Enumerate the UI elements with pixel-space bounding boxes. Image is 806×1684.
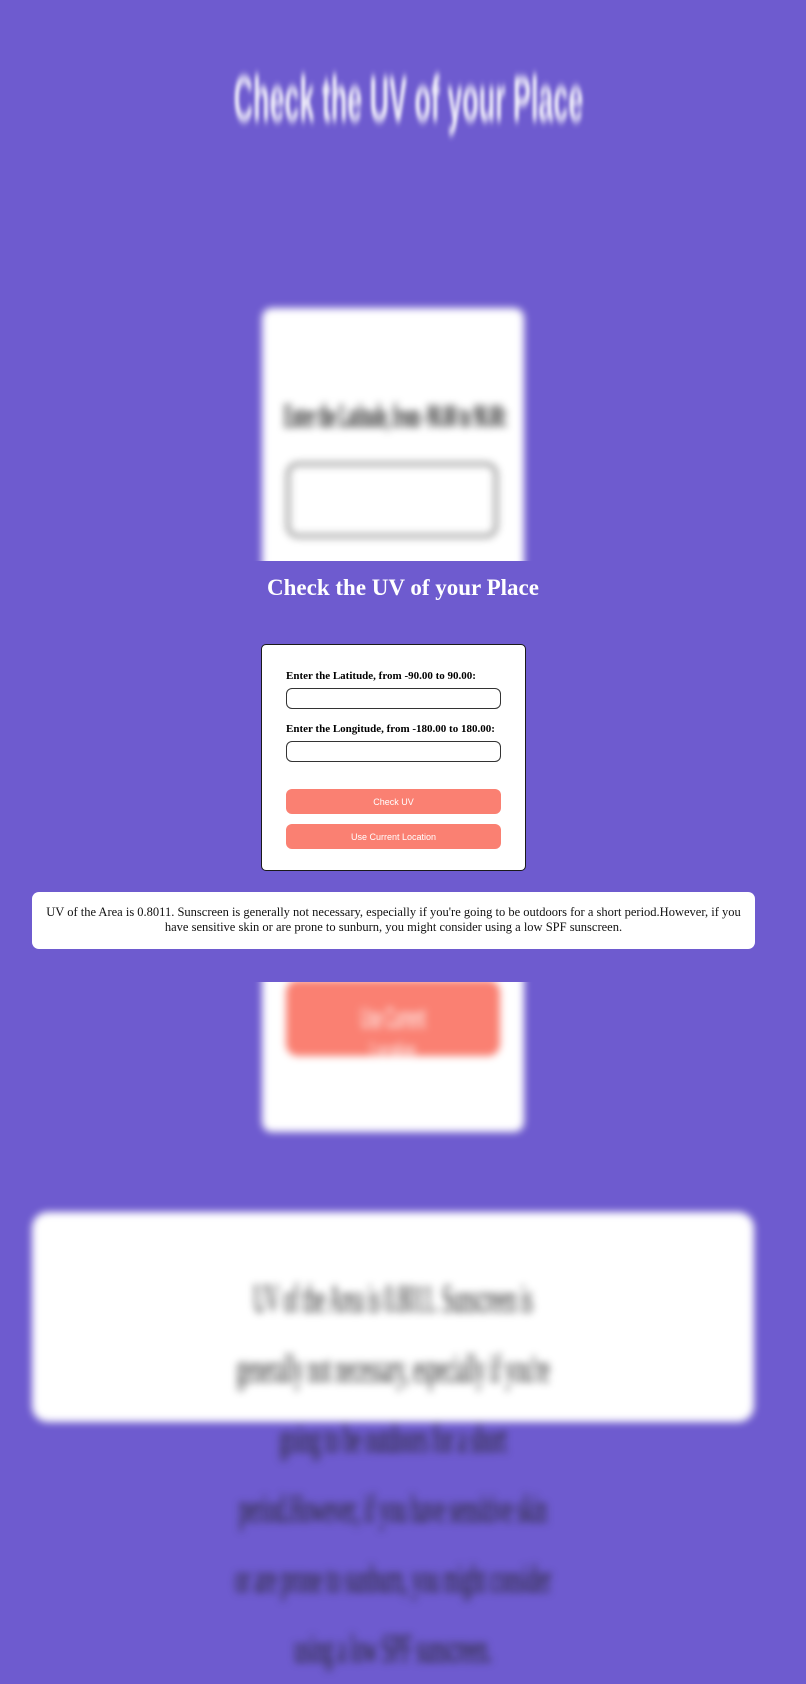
check-uv-button[interactable]: Check UV bbox=[286, 789, 501, 814]
background-latitude-input bbox=[286, 462, 498, 538]
latitude-input[interactable] bbox=[286, 688, 501, 709]
background-title: Check the UV of your Place bbox=[233, 63, 584, 135]
latitude-label: Enter the Latitude, from -90.00 to 90.00… bbox=[286, 670, 476, 682]
uv-result-box: UV of the Area is 0.8011. Sunscreen is g… bbox=[32, 892, 755, 949]
page-title: Check the UV of your Place bbox=[267, 575, 539, 600]
uv-form-card: Enter the Latitude, from -90.00 to 90.00… bbox=[261, 644, 526, 871]
background-location-button: Use Current Location bbox=[286, 980, 500, 1069]
background-result-text: UV of the Area is 0.8011. Sunscreen is g… bbox=[235, 1276, 551, 1671]
background-latitude-label: Enter the Latitude, from -90.00 to 90.00… bbox=[284, 398, 508, 435]
background-location-button-label: Use Current Location bbox=[360, 1002, 426, 1069]
use-current-location-button[interactable]: Use Current Location bbox=[286, 824, 501, 849]
uv-result-text: UV of the Area is 0.8011. Sunscreen is g… bbox=[46, 905, 741, 934]
background-result-box: UV of the Area is 0.8011. Sunscreen is g… bbox=[32, 1212, 754, 1671]
longitude-label: Enter the Longitude, from -180.00 to 180… bbox=[286, 723, 495, 735]
longitude-input[interactable] bbox=[286, 741, 501, 762]
